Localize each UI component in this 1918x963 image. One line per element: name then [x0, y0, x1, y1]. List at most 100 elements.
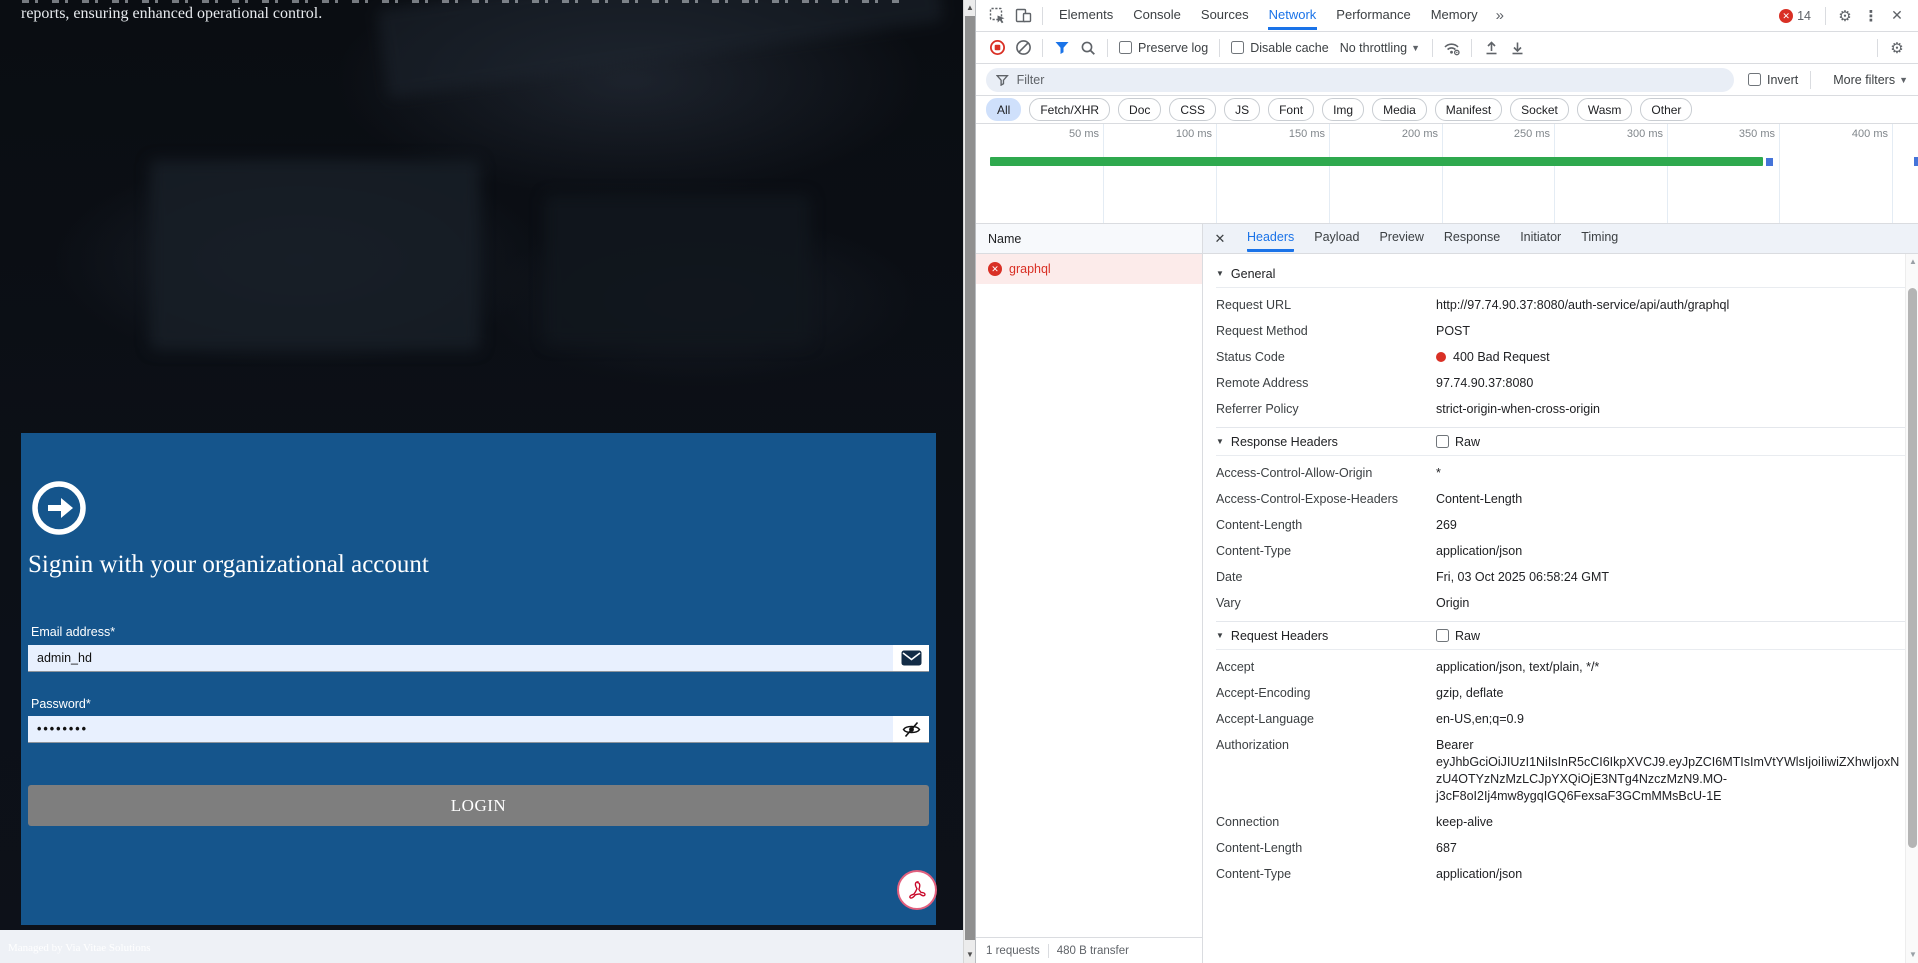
tab-performance[interactable]: Performance [1335, 1, 1411, 30]
search-icon[interactable] [1075, 35, 1101, 61]
tick-label: 150 ms [1269, 128, 1325, 140]
tab-timing[interactable]: Timing [1581, 225, 1618, 252]
tab-label: Console [1133, 7, 1181, 22]
tab-memory[interactable]: Memory [1430, 1, 1479, 30]
raw-toggle[interactable]: Raw [1436, 629, 1480, 643]
raw-toggle[interactable]: Raw [1436, 435, 1480, 449]
close-detail-icon[interactable]: ✕ [1203, 231, 1237, 247]
pdf-download-button[interactable] [897, 870, 937, 910]
raw-checkbox[interactable] [1436, 435, 1449, 448]
more-options-icon[interactable]: ⋮ [1858, 3, 1884, 29]
raw-checkbox[interactable] [1436, 629, 1449, 642]
disable-cache-toggle[interactable]: Disable cache [1231, 41, 1329, 55]
chip-all[interactable]: All [986, 98, 1021, 121]
filter-input-pill[interactable] [986, 68, 1734, 92]
chip-doc[interactable]: Doc [1118, 98, 1161, 121]
section-header-response[interactable]: ▼ Response Headers Raw [1216, 428, 1905, 456]
tab-network[interactable]: Network [1268, 1, 1318, 30]
login-button[interactable]: LOGIN [28, 785, 929, 826]
password-adornment[interactable] [893, 716, 929, 742]
tab-elements[interactable]: Elements [1058, 1, 1114, 30]
tab-label: Preview [1379, 230, 1423, 244]
request-row-graphql[interactable]: ✕ graphql [976, 254, 1202, 284]
chip-manifest[interactable]: Manifest [1435, 98, 1502, 121]
tab-headers[interactable]: Headers [1247, 225, 1294, 252]
page-scrollbar-thumb[interactable] [965, 16, 975, 940]
chip-fetch-xhr[interactable]: Fetch/XHR [1029, 98, 1110, 121]
scroll-down-arrow[interactable]: ▼ [1909, 950, 1917, 959]
email-field[interactable]: admin_hd [28, 645, 929, 672]
section-header-general[interactable]: ▼ General [1216, 260, 1905, 288]
scroll-up-arrow[interactable]: ▲ [1909, 257, 1917, 266]
chip-other[interactable]: Other [1640, 98, 1692, 121]
login-heading: Signin with your organizational account [28, 551, 429, 579]
transfer-size: 480 B transfer [1057, 945, 1129, 957]
export-har-icon[interactable] [1504, 35, 1530, 61]
tab-console[interactable]: Console [1132, 1, 1182, 30]
divider [1107, 39, 1108, 57]
chip-wasm[interactable]: Wasm [1577, 98, 1633, 121]
password-field[interactable]: •••••••• [28, 716, 929, 743]
headers-pane: ▼ General Request URL http://97.74.90.37… [1203, 254, 1905, 963]
filter-input[interactable] [1015, 72, 1724, 88]
scroll-down-arrow[interactable]: ▼ [966, 951, 974, 959]
eye-off-icon[interactable] [902, 721, 921, 738]
error-count: 14 [1797, 9, 1811, 23]
chip-font[interactable]: Font [1268, 98, 1314, 121]
requests-name-column-header[interactable]: Name [976, 224, 1202, 254]
gridline [1779, 124, 1780, 223]
funnel-icon [996, 74, 1009, 86]
page-scrollbar[interactable]: ▲ ▼ [963, 0, 975, 963]
chip-socket[interactable]: Socket [1510, 98, 1569, 121]
invert-checkbox[interactable] [1748, 73, 1761, 86]
tab-response[interactable]: Response [1444, 225, 1500, 252]
disable-cache-checkbox[interactable] [1231, 41, 1244, 54]
status-dot-icon [1436, 352, 1446, 362]
tab-sources[interactable]: Sources [1200, 1, 1250, 30]
tab-initiator[interactable]: Initiator [1520, 225, 1561, 252]
network-conditions-icon[interactable] [1439, 35, 1465, 61]
envelope-icon [901, 650, 922, 666]
preserve-log-toggle[interactable]: Preserve log [1119, 41, 1208, 55]
tab-label: Elements [1059, 7, 1113, 22]
chip-css[interactable]: CSS [1169, 98, 1216, 121]
email-input[interactable]: admin_hd [28, 645, 893, 671]
network-overview-timeline[interactable]: 50 ms 100 ms 150 ms 200 ms 250 ms 300 ms… [976, 124, 1918, 224]
header-key: Authorization [1216, 737, 1436, 805]
error-badge[interactable]: ✕ 14 [1779, 9, 1811, 23]
tab-label: Network [1269, 7, 1317, 22]
chip-label: CSS [1180, 103, 1205, 117]
detail-scrollbar[interactable]: ▲ ▼ [1905, 254, 1918, 963]
record-network-log-icon[interactable] [984, 35, 1010, 61]
divider [1042, 39, 1043, 57]
import-har-icon[interactable] [1478, 35, 1504, 61]
inspect-element-icon[interactable] [984, 3, 1010, 29]
preserve-log-checkbox[interactable] [1119, 41, 1132, 54]
settings-gear-icon[interactable]: ⚙ [1832, 3, 1858, 29]
gridline [1442, 124, 1443, 223]
filter-funnel-icon[interactable] [1049, 35, 1075, 61]
header-row: Content-Type application/json [1216, 543, 1905, 560]
section-header-request[interactable]: ▼ Request Headers Raw [1216, 622, 1905, 650]
header-row: Accept application/json, text/plain, */* [1216, 659, 1905, 676]
more-filters-dropdown[interactable]: More filters ▼ [1833, 73, 1908, 87]
device-toolbar-icon[interactable] [1010, 3, 1036, 29]
header-row: Date Fri, 03 Oct 2025 06:58:24 GMT [1216, 569, 1905, 586]
pdf-icon [906, 879, 928, 901]
request-error-icon: ✕ [988, 262, 1002, 276]
more-tabs-icon[interactable]: » [1496, 7, 1504, 24]
close-devtools-icon[interactable]: ✕ [1884, 3, 1910, 29]
chip-media[interactable]: Media [1372, 98, 1427, 121]
password-input[interactable]: •••••••• [28, 716, 893, 742]
error-icon: ✕ [1779, 9, 1793, 23]
detail-scrollbar-thumb[interactable] [1908, 288, 1917, 848]
chevron-down-icon: ▼ [1899, 75, 1908, 85]
network-settings-gear-icon[interactable]: ⚙ [1884, 35, 1910, 61]
tab-preview[interactable]: Preview [1379, 225, 1423, 252]
tab-payload[interactable]: Payload [1314, 225, 1359, 252]
scroll-up-arrow[interactable]: ▲ [966, 4, 974, 12]
throttling-dropdown[interactable]: No throttling ▼ [1340, 41, 1420, 55]
chip-js[interactable]: JS [1224, 98, 1260, 121]
clear-network-log-icon[interactable] [1010, 35, 1036, 61]
chip-img[interactable]: Img [1322, 98, 1364, 121]
